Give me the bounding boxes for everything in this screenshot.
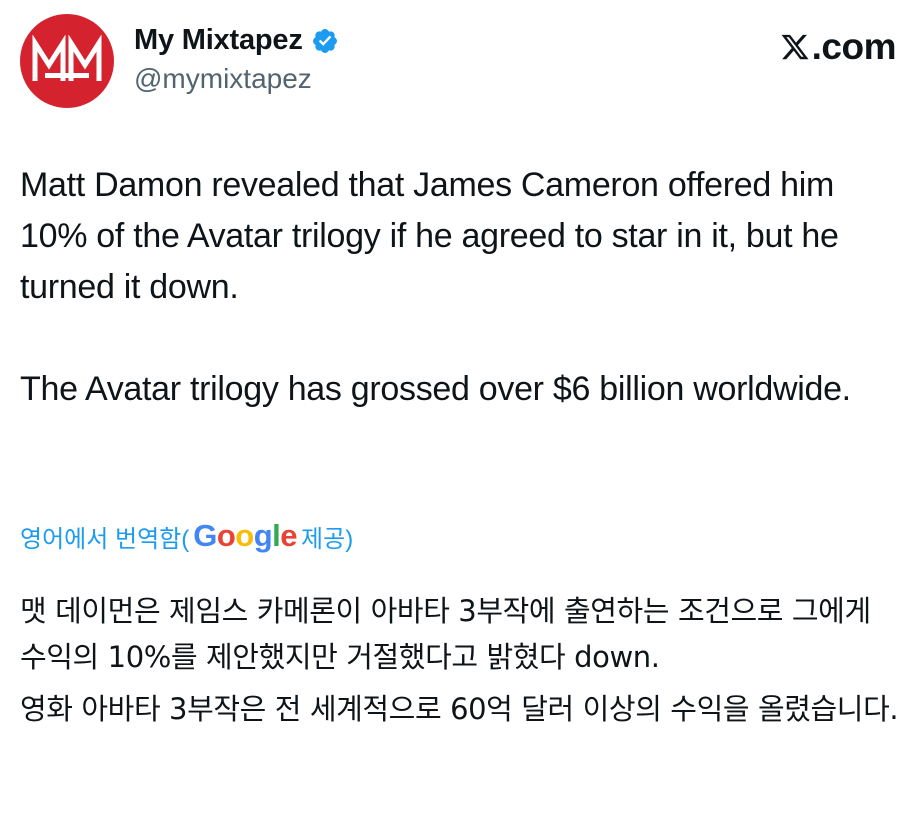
name-row: My Mixtapez: [134, 24, 339, 57]
x-logo-icon: [781, 34, 809, 60]
source-label: .com: [780, 26, 897, 68]
author-block: My Mixtapez @mymixtapez: [134, 24, 339, 95]
translation-attribution[interactable]: 영어에서 번역함( Google Google 제공): [20, 518, 353, 554]
source-domain: .com: [811, 26, 897, 67]
tweet-paragraph: The Avatar trilogy has grossed over $6 b…: [20, 370, 851, 408]
tweet-text: Matt Damon revealed that James Cameron o…: [20, 160, 900, 415]
google-logo-icon: Google: [193, 518, 298, 553]
avatar[interactable]: MM: [20, 14, 114, 108]
translation-prefix: 영어에서 번역함(: [20, 525, 190, 553]
translated-text: 맷 데이먼은 제임스 카메론이 아바타 3부작에 출연하는 조건으로 그에게 수…: [20, 588, 900, 732]
translated-paragraph: 영화 아바타 3부작은 전 세계적으로 60억 달러 이상의 수익을 올렸습니다…: [20, 692, 899, 726]
tweet-header: MM My Mixtapez @mymixtapez .com: [20, 14, 897, 110]
author-handle[interactable]: @mymixtapez: [134, 63, 339, 95]
display-name[interactable]: My Mixtapez: [134, 24, 303, 57]
translated-paragraph: 맷 데이먼은 제임스 카메론이 아바타 3부작에 출연하는 조건으로 그에게 수…: [20, 594, 871, 674]
mymixtapez-logo-icon: [32, 35, 102, 81]
tweet-paragraph: Matt Damon revealed that James Cameron o…: [20, 166, 839, 306]
verified-badge-icon[interactable]: [311, 27, 339, 55]
translation-suffix: 제공): [301, 525, 354, 553]
